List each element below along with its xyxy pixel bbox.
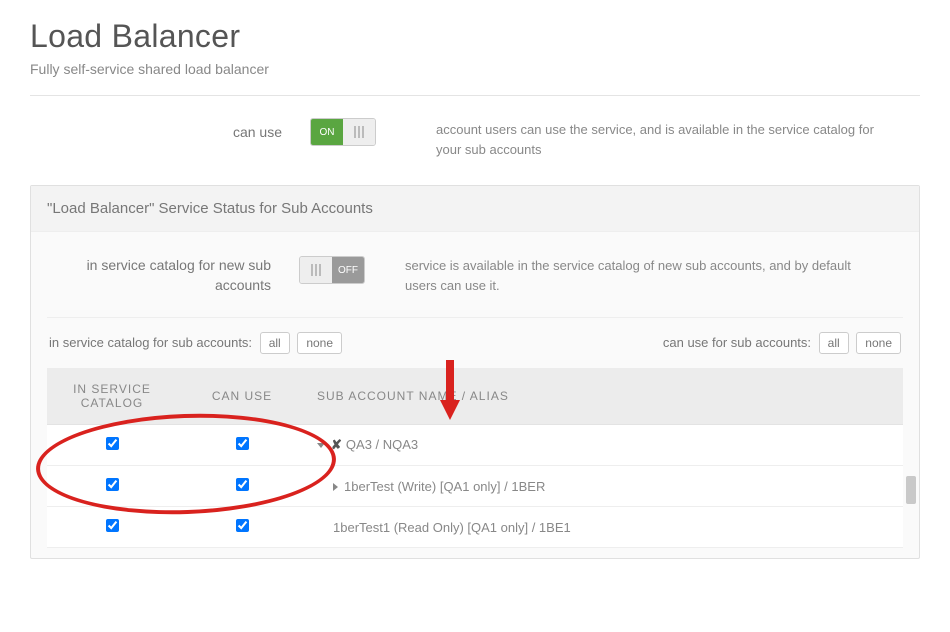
toggle-grip	[343, 119, 375, 145]
panel-heading: "Load Balancer" Service Status for Sub A…	[31, 186, 919, 232]
sub-default-row: in service catalog for new sub accounts …	[47, 256, 903, 295]
sub-account-name: 1berTest (Write) [QA1 only] / 1BER	[344, 479, 545, 494]
filter-right: can use for sub accounts: all none	[663, 332, 901, 354]
page-title: Load Balancer	[30, 18, 920, 55]
table-scrollbar[interactable]	[906, 476, 916, 504]
caret-down-icon[interactable]	[317, 443, 325, 448]
sub-account-name: QA3 / NQA3	[346, 437, 418, 452]
can-use-row: can use ON account users can use the ser…	[30, 118, 920, 185]
canuse-none-button[interactable]: none	[856, 332, 901, 354]
in-catalog-checkbox[interactable]	[106, 519, 119, 532]
toggle-grip	[300, 257, 332, 283]
toggle-on-label: ON	[311, 119, 343, 145]
table-row: 1berTest (Write) [QA1 only] / 1BER	[47, 466, 903, 507]
canuse-all-button[interactable]: all	[819, 332, 849, 354]
catalog-none-button[interactable]: none	[297, 332, 342, 354]
x-icon: ✘	[331, 437, 342, 452]
col-header-in-service-catalog[interactable]: IN SERVICE CATALOG	[47, 368, 177, 425]
divider	[30, 95, 920, 96]
can-use-label: can use	[30, 118, 310, 140]
table-row: 1berTest1 (Read Only) [QA1 only] / 1BE1	[47, 507, 903, 548]
can-use-checkbox[interactable]	[236, 478, 249, 491]
sub-account-name: 1berTest1 (Read Only) [QA1 only] / 1BE1	[333, 520, 571, 535]
filter-right-label: can use for sub accounts:	[663, 335, 811, 350]
can-use-checkbox[interactable]	[236, 519, 249, 532]
can-use-toggle[interactable]: ON	[310, 118, 376, 146]
page-subtitle: Fully self-service shared load balancer	[30, 61, 920, 77]
filter-left-label: in service catalog for sub accounts:	[49, 335, 252, 350]
filters-row: in service catalog for sub accounts: all…	[47, 332, 903, 368]
caret-right-icon[interactable]	[333, 483, 338, 491]
col-header-can-use[interactable]: CAN USE	[177, 368, 307, 425]
can-use-checkbox[interactable]	[236, 437, 249, 450]
sub-default-desc: service is available in the service cata…	[365, 256, 903, 295]
can-use-desc: account users can use the service, and i…	[376, 118, 920, 159]
col-header-sub-account-name[interactable]: SUB ACCOUNT NAME / ALIAS	[307, 368, 903, 425]
in-catalog-checkbox[interactable]	[106, 478, 119, 491]
sub-accounts-table: IN SERVICE CATALOG CAN USE SUB ACCOUNT N…	[47, 368, 903, 548]
toggle-off-label: OFF	[332, 257, 364, 283]
catalog-all-button[interactable]: all	[260, 332, 290, 354]
table-row: ✘ QA3 / NQA3	[47, 425, 903, 466]
sub-default-label: in service catalog for new sub accounts	[47, 256, 299, 295]
sub-default-toggle[interactable]: OFF	[299, 256, 365, 284]
filter-left: in service catalog for sub accounts: all…	[49, 332, 342, 354]
sub-accounts-panel: "Load Balancer" Service Status for Sub A…	[30, 185, 920, 559]
divider	[47, 317, 903, 318]
in-catalog-checkbox[interactable]	[106, 437, 119, 450]
